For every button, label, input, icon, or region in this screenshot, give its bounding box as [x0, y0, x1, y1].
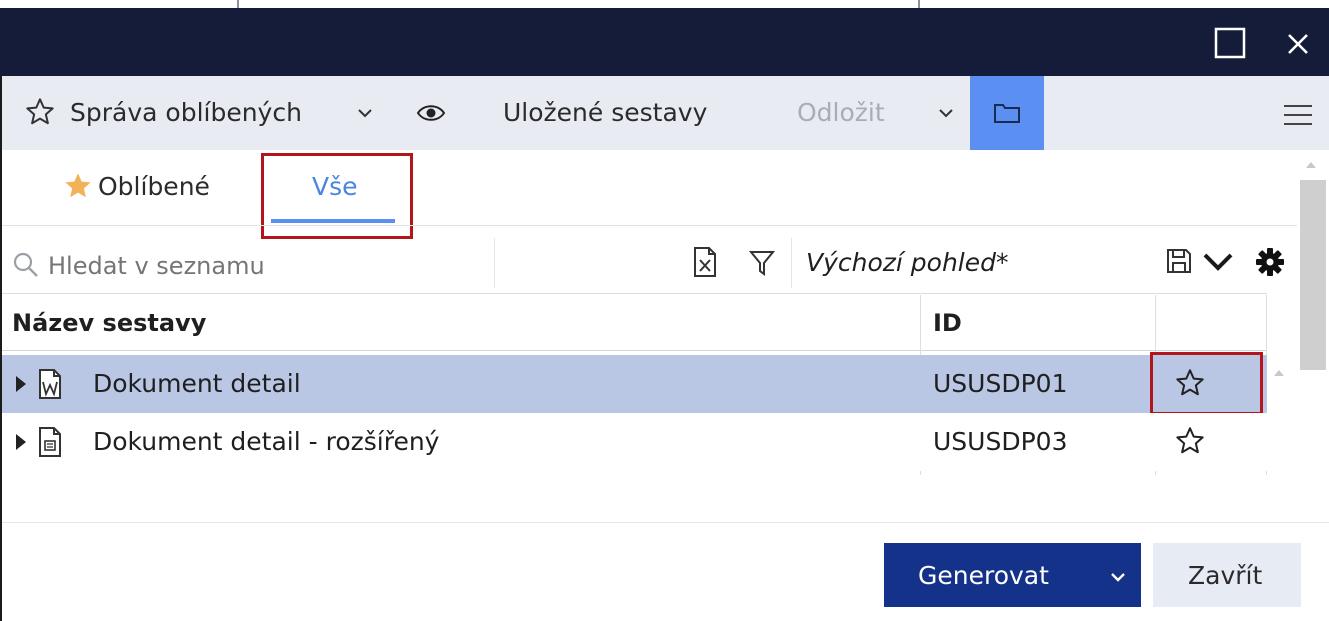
table-row[interactable]: Dokument detail - rozšířený USUSDP03 [0, 413, 1267, 471]
tabs-divider [0, 225, 1297, 226]
favorites-manage-menu[interactable]: Správa oblíbených [70, 98, 302, 127]
chevron-down-icon[interactable] [356, 104, 374, 122]
search-input[interactable] [48, 244, 488, 288]
column-divider [0, 293, 1267, 294]
document-icon [37, 426, 63, 458]
top-edge [0, 0, 1329, 8]
gear-icon[interactable] [1255, 247, 1285, 277]
eye-icon[interactable] [416, 100, 446, 126]
favorite-star-icon[interactable] [1174, 425, 1206, 457]
close-label: Zavřít [1188, 561, 1263, 590]
toolbar: Správa oblíbených Uložené sestavy Odloži… [0, 76, 1329, 150]
word-document-icon [37, 368, 63, 400]
close-button[interactable]: Zavřít [1153, 543, 1301, 607]
column-header-id[interactable]: ID [933, 309, 962, 337]
maximize-icon[interactable] [1213, 26, 1247, 60]
folder-icon [992, 100, 1022, 126]
filter-icon[interactable] [748, 248, 776, 278]
report-id: USUSDP03 [933, 427, 1068, 456]
table-row[interactable]: Dokument detail USUSDP01 [0, 355, 1267, 413]
expand-arrow-icon[interactable] [14, 374, 28, 394]
close-icon[interactable] [1284, 30, 1312, 58]
postpone-button[interactable]: Odložit [797, 98, 885, 127]
scroll-up-icon[interactable] [1304, 160, 1318, 170]
saved-reports-button[interactable]: Uložené sestavy [503, 98, 707, 127]
hamburger-menu-icon[interactable] [1283, 104, 1313, 126]
table-header: Název sestavy ID [0, 295, 1267, 351]
top-edge-mark [237, 0, 239, 8]
view-divider [791, 238, 792, 288]
column-header-name[interactable]: Název sestavy [12, 309, 206, 337]
generate-button[interactable]: Generovat [884, 543, 1141, 607]
report-name: Dokument detail [93, 369, 301, 398]
excel-export-icon[interactable] [692, 246, 718, 278]
search-divider [494, 238, 495, 288]
expand-arrow-icon[interactable] [14, 432, 28, 452]
title-bar [0, 0, 1329, 76]
chevron-down-icon[interactable] [1200, 248, 1236, 274]
view-name[interactable]: Výchozí pohled* [806, 248, 1009, 277]
chevron-down-icon[interactable] [937, 104, 955, 122]
folder-button[interactable] [970, 76, 1044, 150]
footer-divider [0, 522, 1329, 523]
top-edge-mark [918, 0, 920, 8]
tab-all-highlight [261, 153, 413, 239]
generate-label: Generovat [918, 561, 1049, 590]
report-id: USUSDP01 [933, 369, 1068, 398]
star-outline-icon [24, 96, 56, 128]
tab-favorites[interactable]: Oblíbené [98, 172, 210, 201]
scrollbar-thumb[interactable] [1300, 180, 1326, 370]
table-scroll-up-icon[interactable] [1272, 368, 1286, 378]
star-filled-icon [62, 170, 94, 202]
report-name: Dokument detail - rozšířený [93, 427, 440, 456]
save-view-icon[interactable] [1165, 247, 1193, 275]
search-icon [11, 250, 41, 280]
favorite-star-highlight [1150, 352, 1263, 415]
chevron-down-icon[interactable] [1109, 569, 1127, 585]
left-border [0, 76, 2, 621]
